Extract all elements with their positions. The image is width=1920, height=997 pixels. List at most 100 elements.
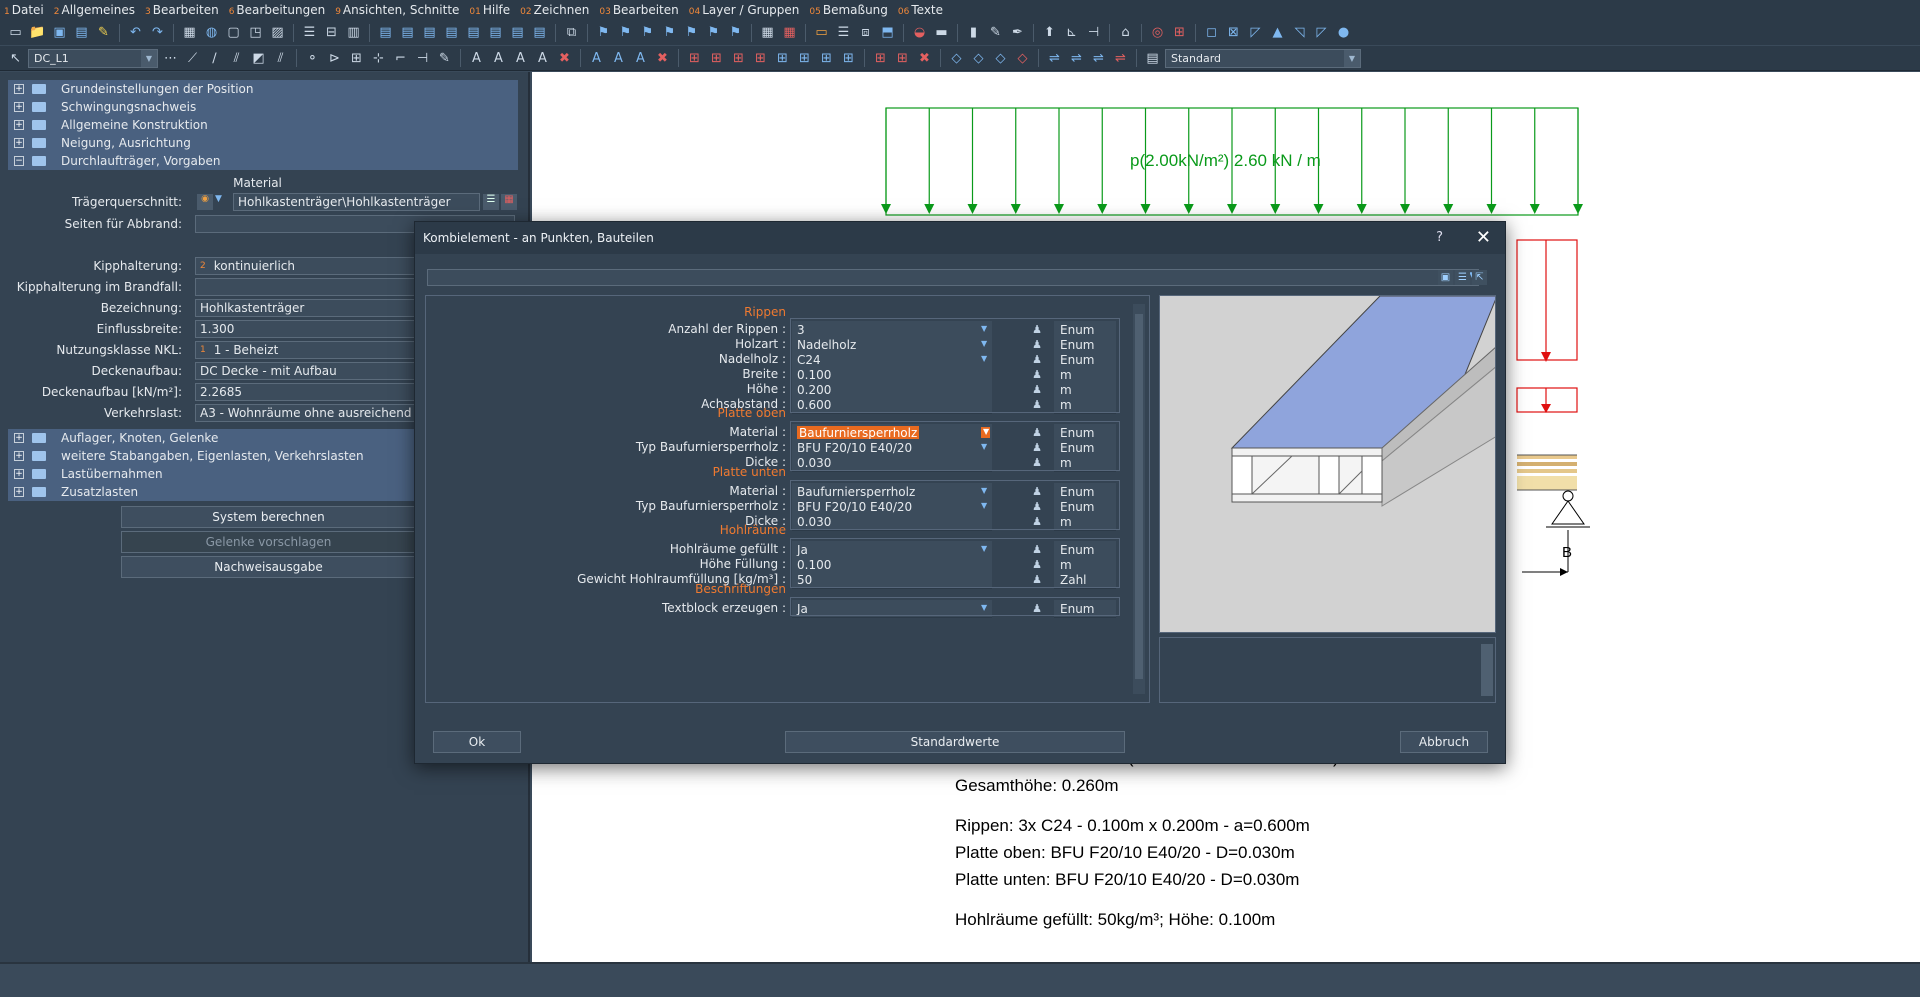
decke-field[interactable]: DC Decke - mit Aufbau bbox=[195, 362, 415, 380]
toolbar-tool-icon[interactable]: ⚑ bbox=[660, 23, 679, 42]
toolbar-tool-icon[interactable]: ⇌ bbox=[1045, 49, 1064, 68]
toolbar-tool-icon[interactable]: ▤ bbox=[486, 23, 505, 42]
save-icon[interactable]: ▣ bbox=[1438, 270, 1453, 285]
toolbar-tool-icon[interactable]: A bbox=[533, 49, 552, 68]
menu-item-3[interactable]: 6 Bearbeitungen bbox=[229, 3, 326, 17]
toolbar-tool-icon[interactable]: ⊞ bbox=[893, 49, 912, 68]
toolbar-tool-icon[interactable]: ▭ bbox=[6, 23, 25, 42]
toolbar-tool-icon[interactable]: ⌂ bbox=[1116, 23, 1135, 42]
toolbar-tool-icon[interactable]: ▣ bbox=[50, 23, 69, 42]
einfl-field[interactable]: 1.300 bbox=[195, 320, 415, 338]
toolbar-tool-icon[interactable]: ⌐ bbox=[391, 49, 410, 68]
menu-item-8[interactable]: 04 Layer / Gruppen bbox=[689, 3, 800, 17]
tree-item[interactable]: + Grundeinstellungen der Position bbox=[8, 80, 518, 98]
chevron-down-icon[interactable]: ▼ bbox=[215, 194, 227, 210]
toolbar-tool-icon[interactable]: ▦ bbox=[780, 23, 799, 42]
toolbar-tool-icon[interactable]: A bbox=[467, 49, 486, 68]
toolbar-tool-icon[interactable]: ▤ bbox=[530, 23, 549, 42]
expand-toggle-icon[interactable]: + bbox=[14, 451, 24, 461]
close-icon[interactable]: ✕ bbox=[1476, 227, 1491, 248]
abbruch-button[interactable]: Abbruch bbox=[1400, 731, 1488, 753]
tree-item[interactable]: − Durchlaufträger, Vorgaben bbox=[8, 152, 518, 170]
toolbar-tool-icon[interactable]: ◳ bbox=[246, 23, 265, 42]
toolbar-tool-icon[interactable]: ◇ bbox=[947, 49, 966, 68]
expand-toggle-icon[interactable]: − bbox=[14, 156, 24, 166]
toolbar-tool-icon[interactable]: ⊞ bbox=[871, 49, 890, 68]
expand-toggle-icon[interactable]: + bbox=[14, 138, 24, 148]
kipp-field[interactable]: 2 kontinuierlich bbox=[195, 257, 415, 275]
menu-item-6[interactable]: 02 Zeichnen bbox=[520, 3, 589, 17]
toolbar-tool-icon[interactable]: ▤ bbox=[398, 23, 417, 42]
dialog-combo[interactable]: ▼ bbox=[427, 269, 1479, 286]
layer-combo[interactable]: DC_L1 ▼ bbox=[28, 48, 158, 68]
toolbar-tool-icon[interactable]: ✎ bbox=[986, 23, 1005, 42]
nkl-field[interactable]: 1 1 - Beheizt bbox=[195, 341, 415, 359]
tree-item[interactable]: + Allgemeine Konstruktion bbox=[8, 116, 518, 134]
expand-toggle-icon[interactable]: + bbox=[14, 120, 24, 130]
chevron-down-icon[interactable]: ▼ bbox=[1344, 49, 1360, 67]
expand-toggle-icon[interactable]: + bbox=[14, 102, 24, 112]
toolbar-tool-icon[interactable]: ▨ bbox=[268, 23, 287, 42]
pointer-icon[interactable]: ↖ bbox=[6, 49, 25, 68]
toolbar-tool-icon[interactable]: ⚑ bbox=[726, 23, 745, 42]
grid-icon[interactable]: ▦ bbox=[501, 194, 517, 210]
preview-text-area[interactable] bbox=[1159, 637, 1496, 703]
form-scrollbar-thumb[interactable] bbox=[1135, 314, 1143, 679]
nachweisausgabe-button[interactable]: Nachweisausgabe bbox=[121, 556, 416, 578]
toolbar-tool-icon[interactable]: ✎ bbox=[435, 49, 454, 68]
toolbar-tool-icon[interactable]: ⬒ bbox=[878, 23, 897, 42]
toolbar-tool-icon[interactable]: ⚑ bbox=[682, 23, 701, 42]
gelenke-vorschlagen-button[interactable]: Gelenke vorschlagen bbox=[121, 531, 416, 553]
toolbar-tool-icon[interactable]: ⊞ bbox=[685, 49, 704, 68]
toolbar-tool-icon[interactable]: ◹ bbox=[1290, 23, 1309, 42]
toolbar-tool-icon[interactable]: ⊳ bbox=[325, 49, 344, 68]
toolbar-tool-icon[interactable]: ✖ bbox=[555, 49, 574, 68]
toolbar-tool-icon[interactable]: A bbox=[511, 49, 530, 68]
toolbar-tool-icon[interactable]: ⊠ bbox=[1224, 23, 1243, 42]
toolbar-tool-icon[interactable]: ∕ bbox=[205, 49, 224, 68]
menu-item-5[interactable]: 01 Hilfe bbox=[469, 3, 510, 17]
toolbar-tool-icon[interactable]: ▤ bbox=[442, 23, 461, 42]
toolbar-tool-icon[interactable]: ⊞ bbox=[707, 49, 726, 68]
chevron-down-icon[interactable]: ▼ bbox=[141, 49, 157, 67]
tree-item[interactable]: + Schwingungsnachweis bbox=[8, 98, 518, 116]
toolbar-tool-icon[interactable]: ↷ bbox=[148, 23, 167, 42]
toolbar-tool-icon[interactable]: ⚑ bbox=[704, 23, 723, 42]
toolbar-tool-icon[interactable]: ⚬ bbox=[303, 49, 322, 68]
toolbar-tool-icon[interactable]: ⊞ bbox=[773, 49, 792, 68]
tree-item[interactable]: + Neigung, Ausrichtung bbox=[8, 134, 518, 152]
toolbar-tool-icon[interactable]: ▭ bbox=[812, 23, 831, 42]
toolbar-tool-icon[interactable]: ▤ bbox=[376, 23, 395, 42]
toolbar-tool-icon[interactable]: ⊞ bbox=[795, 49, 814, 68]
toolbar-tool-icon[interactable]: ⊞ bbox=[751, 49, 770, 68]
list-icon[interactable]: ☰ bbox=[1455, 270, 1470, 285]
toolbar-tool-icon[interactable]: ⊣ bbox=[413, 49, 432, 68]
toolbar-tool-icon[interactable]: ◎ bbox=[1148, 23, 1167, 42]
toolbar-tool-icon[interactable]: ⊞ bbox=[817, 49, 836, 68]
toolbar-tool-icon[interactable]: ⚑ bbox=[638, 23, 657, 42]
deckekn-field[interactable]: 2.2685 bbox=[195, 383, 415, 401]
menu-item-4[interactable]: 9 Ansichten, Schnitte bbox=[335, 3, 459, 17]
toolbar-tool-icon[interactable]: ▤ bbox=[420, 23, 439, 42]
ok-button[interactable]: Ok bbox=[433, 731, 521, 753]
toolbar-tool-icon[interactable]: ◍ bbox=[202, 23, 221, 42]
toolbar-tool-icon[interactable]: ⫽ bbox=[227, 49, 246, 68]
toolbar-tool-icon[interactable]: ◻ bbox=[1202, 23, 1221, 42]
menu-item-10[interactable]: 06 Texte bbox=[898, 3, 943, 17]
toolbar-tool-icon[interactable]: ▢ bbox=[224, 23, 243, 42]
toolbar-tool-icon[interactable]: 📁 bbox=[28, 23, 47, 42]
toolbar-tool-icon[interactable]: ⇌ bbox=[1067, 49, 1086, 68]
toolbar-tool-icon[interactable]: ⊞ bbox=[839, 49, 858, 68]
toolbar-tool-icon[interactable]: ⊞ bbox=[729, 49, 748, 68]
toolbar-tool-icon[interactable]: ☰ bbox=[300, 23, 319, 42]
toolbar-tool-icon[interactable]: ↶ bbox=[126, 23, 145, 42]
menu-item-9[interactable]: 05 Bemaßung bbox=[809, 3, 888, 17]
toolbar-tool-icon[interactable]: ⊣ bbox=[1084, 23, 1103, 42]
menu-item-1[interactable]: 2 Allgemeines bbox=[54, 3, 135, 17]
toolbar-tool-icon[interactable]: A bbox=[587, 49, 606, 68]
toolbar-tool-icon[interactable]: ◩ bbox=[249, 49, 268, 68]
toolbar-tool-icon[interactable]: ⋯ bbox=[161, 49, 180, 68]
verkehr-field[interactable]: A3 - Wohnräume ohne ausreichend bbox=[195, 404, 415, 422]
toolbar-tool-icon[interactable]: ⟋ bbox=[183, 49, 202, 68]
menu-item-0[interactable]: 1 Datei bbox=[4, 3, 44, 17]
